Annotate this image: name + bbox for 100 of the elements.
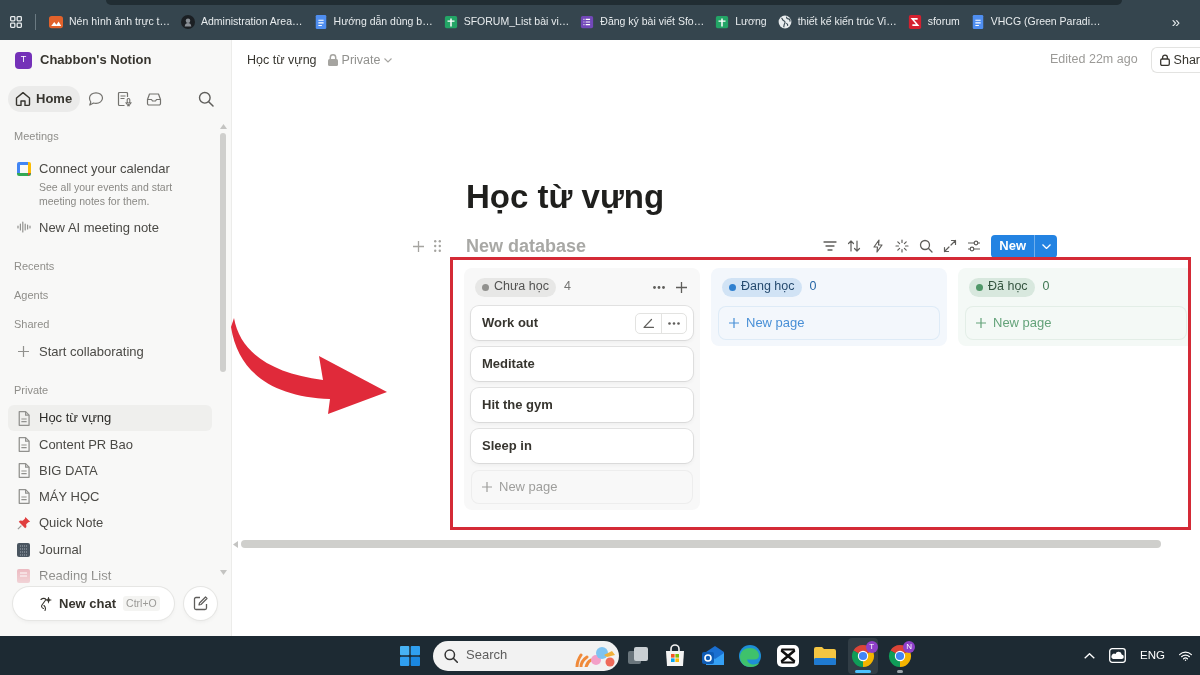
lock-icon [327, 54, 338, 66]
figure-icon [39, 596, 52, 611]
document-icon [970, 14, 985, 29]
round-browser-icon [850, 643, 875, 668]
search-icon [919, 239, 934, 253]
bookmark-link[interactable]: sforum [907, 9, 960, 34]
breadcrumb-link[interactable]: Học từ vựng [247, 52, 317, 68]
search-icon [444, 648, 458, 663]
item-count: 4 [563, 279, 571, 295]
compose-button[interactable] [184, 587, 217, 620]
page-link[interactable]: Quick Note [8, 510, 212, 537]
bookmark-link[interactable]: thiết kế kiến trúc Vi… [777, 9, 897, 34]
apps-button[interactable] [10, 15, 22, 28]
search-input-field[interactable]: Search [466, 647, 566, 664]
item-count: 0 [1042, 279, 1050, 295]
board-card[interactable]: Work out [471, 306, 693, 340]
database-title-field[interactable]: New database [466, 234, 819, 258]
page-icon [17, 489, 30, 505]
section-label: Meetings [13, 129, 60, 145]
sidebar-item[interactable]: Start collaborating [8, 338, 212, 365]
plus-icon [413, 240, 424, 252]
page-link[interactable]: Content PR Bao [8, 431, 212, 458]
envelope-icon [700, 643, 725, 668]
home-tab[interactable]: Home [8, 86, 81, 112]
page-link[interactable]: MÁY HỌC [8, 483, 212, 511]
section-label: Recents [13, 258, 56, 274]
compose-icon [193, 596, 208, 611]
list-icon [580, 14, 595, 29]
bookmark-link[interactable]: Đăng ký bài viết Sfo… [580, 9, 705, 34]
start-button[interactable] [400, 645, 420, 666]
spreadsheet-icon [443, 14, 458, 29]
lock-icon [1159, 54, 1170, 66]
search-icon [198, 91, 214, 107]
board-card[interactable]: Hit the gym [471, 388, 693, 422]
chevron-down-icon [384, 57, 393, 63]
workspace-avatar: T [15, 51, 32, 69]
zigzag-logo-icon [907, 14, 922, 29]
page-link[interactable]: Học từ vựng [8, 404, 212, 432]
plus-icon [675, 281, 687, 293]
section-label: Agents [13, 287, 50, 303]
document-icon [313, 14, 328, 29]
status-label: Đang học [741, 279, 795, 295]
plus-icon [18, 346, 29, 358]
drag-dots-icon [434, 240, 441, 252]
notebook-icon [17, 542, 30, 557]
running-indicator [854, 669, 871, 673]
sidebar-item[interactable]: New AI meeting note [8, 214, 212, 241]
inbox-tray-icon [146, 91, 163, 107]
more-bookmarks-button[interactable]: » [1171, 12, 1180, 31]
page-link[interactable]: BIG DATA [8, 457, 212, 484]
taskbar-app-button[interactable]: T [847, 637, 878, 674]
network-button[interactable] [1179, 650, 1192, 661]
plus-icon [729, 318, 739, 328]
wifi-icon [1179, 650, 1192, 661]
page-icon [17, 436, 30, 452]
item-count: 0 [809, 279, 817, 295]
image-icon [49, 14, 63, 29]
chat-bubble-icon [88, 91, 105, 107]
calendar-icon [15, 161, 32, 178]
new-button[interactable]: New [991, 234, 1034, 258]
bookmark-link[interactable]: SFORUM_List bài vi… [443, 9, 570, 34]
section-label: Private [13, 383, 50, 398]
input-language-button[interactable]: ENG [1140, 648, 1165, 663]
shortcut-hint: Ctrl+O [123, 596, 160, 611]
expand-arrows-icon [943, 239, 958, 253]
page-link[interactable]: Journal [8, 536, 212, 563]
user-silhouette-icon [181, 14, 195, 29]
show-hidden-icons-button[interactable] [1084, 652, 1096, 659]
bookmark-link[interactable]: Lương [715, 9, 767, 34]
board-card[interactable]: Meditate [471, 347, 693, 381]
chevron-up-icon [1084, 652, 1096, 659]
running-indicator [897, 669, 904, 673]
cloud-status-button[interactable] [1109, 648, 1127, 663]
bookmark-link[interactable]: VHCG (Green Paradi… [970, 9, 1101, 34]
coral-icon [574, 644, 616, 667]
workspace-name[interactable]: Chabbon's Notion [40, 52, 152, 68]
share-button[interactable]: Shar [1150, 47, 1200, 73]
home-icon [15, 91, 31, 107]
board-card[interactable]: Sleep in [471, 429, 693, 463]
profile-badge: N [903, 640, 916, 653]
burst-icon [895, 239, 910, 253]
scrollbar-thumb[interactable] [241, 540, 1161, 548]
spreadsheet-icon [715, 14, 730, 29]
status-label: Đã học [988, 279, 1028, 295]
sliders-icon [967, 239, 982, 253]
round-browser-icon [888, 643, 913, 668]
bookmark-link[interactable]: Administration Area… [181, 9, 303, 34]
drag-handle[interactable] [434, 240, 441, 252]
taskbar-search-bar[interactable]: Search [433, 640, 619, 671]
bookmark-link[interactable]: Hướng dẫn dùng b… [313, 9, 433, 34]
new-options-button[interactable] [1034, 234, 1057, 258]
taskbar-app-button[interactable]: N [885, 637, 916, 674]
globe-icon [777, 14, 792, 29]
scrollbar-thumb[interactable] [220, 133, 226, 372]
new-chat-button[interactable]: New chat Ctrl+O [13, 587, 174, 620]
apps-grid-icon [10, 15, 22, 28]
page-title: Học từ vựng [466, 177, 665, 217]
bookmark-link[interactable]: Nén hình ảnh trực t… [49, 9, 170, 34]
document-mic-icon [117, 91, 134, 107]
plus-icon [482, 482, 492, 492]
